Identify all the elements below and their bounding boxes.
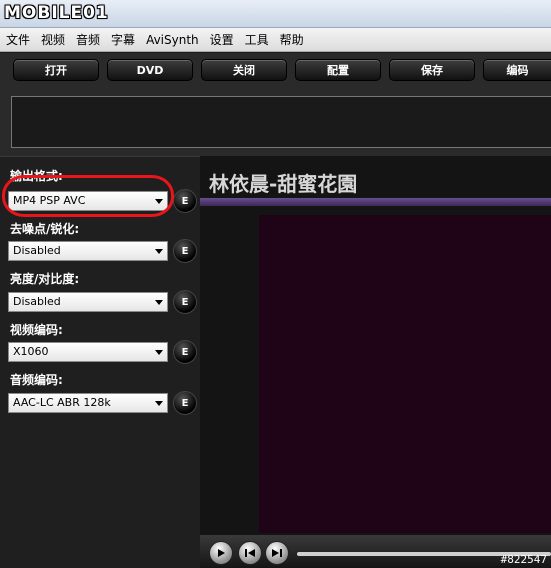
forward-icon (272, 549, 282, 557)
video-title: 林依晨-甜蜜花園 (209, 172, 358, 196)
toolbar: 打开 DVD 关闭 配置 保存 编码 (0, 53, 551, 89)
audio-codec-select[interactable]: AAC-LC ABR 128k (8, 393, 168, 413)
audio-codec-edit-button[interactable]: E (173, 391, 197, 415)
video-preview-area: 林依晨-甜蜜花園 (200, 156, 551, 568)
chevron-down-icon (155, 300, 163, 305)
denoise-label: 去噪点/锐化: (10, 222, 80, 236)
chevron-down-icon (155, 249, 163, 254)
menu-subtitle[interactable]: 字幕 (111, 31, 135, 48)
playback-control-bar (200, 535, 551, 568)
next-frame-button[interactable] (265, 541, 289, 565)
config-button[interactable]: 配置 (295, 59, 381, 81)
denoise-select[interactable]: Disabled (8, 241, 168, 261)
video-codec-value: X1060 (13, 345, 49, 358)
previous-frame-button[interactable] (238, 541, 262, 565)
settings-sidebar (0, 156, 200, 568)
play-icon (218, 549, 225, 557)
menu-file[interactable]: 文件 (6, 31, 30, 48)
image-watermark: #822547 (500, 553, 547, 566)
open-button[interactable]: 打开 (13, 59, 99, 81)
audio-codec-value: AAC-LC ABR 128k (13, 396, 111, 409)
menu-audio[interactable]: 音频 (76, 31, 100, 48)
denoise-edit-button[interactable]: E (173, 239, 197, 263)
denoise-value: Disabled (13, 244, 61, 257)
chevron-down-icon (155, 401, 163, 406)
rewind-icon (245, 549, 255, 557)
dvd-button[interactable]: DVD (107, 59, 193, 81)
menu-bar: 文件 视频 音频 字幕 AviSynth 设置 工具 帮助 (0, 28, 551, 52)
info-panel (11, 96, 551, 148)
video-codec-label: 视频编码: (10, 323, 63, 337)
info-panel-area (0, 89, 551, 156)
audio-codec-label: 音频编码: (10, 373, 63, 387)
menu-video[interactable]: 视频 (41, 31, 65, 48)
menu-avisynth[interactable]: AviSynth (146, 33, 199, 47)
save-button[interactable]: 保存 (389, 59, 475, 81)
encode-button[interactable]: 编码 (483, 59, 551, 81)
menu-settings[interactable]: 设置 (210, 31, 234, 48)
brightness-label: 亮度/对比度: (10, 272, 80, 286)
brightness-select[interactable]: Disabled (8, 292, 168, 312)
menu-help[interactable]: 帮助 (280, 31, 304, 48)
title-bar: MOBILE01 (0, 0, 551, 28)
video-codec-select[interactable]: X1060 (8, 342, 168, 362)
menu-tools[interactable]: 工具 (245, 31, 269, 48)
chevron-down-icon (155, 350, 163, 355)
close-button[interactable]: 关闭 (201, 59, 287, 81)
output-format-edit-button[interactable]: E (173, 189, 197, 213)
site-logo: MOBILE01 (4, 3, 109, 23)
brightness-value: Disabled (13, 295, 61, 308)
play-button[interactable] (209, 541, 233, 565)
title-underline-bar (200, 198, 551, 206)
highlight-annotation (2, 175, 174, 217)
video-frame (259, 215, 551, 533)
video-codec-edit-button[interactable]: E (173, 340, 197, 364)
brightness-edit-button[interactable]: E (173, 290, 197, 314)
